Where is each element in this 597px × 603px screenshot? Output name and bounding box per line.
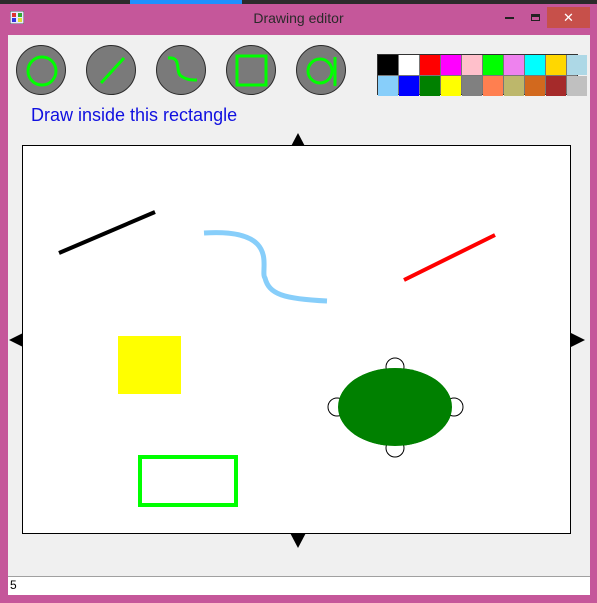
color-palette — [377, 54, 587, 96]
drawing-canvas[interactable] — [22, 145, 571, 534]
light-blue-curve-shape[interactable] — [203, 230, 328, 304]
color-swatch[interactable] — [462, 76, 482, 96]
curve-tool-button[interactable] — [156, 45, 206, 95]
black-line-shape[interactable] — [58, 210, 156, 255]
color-swatch[interactable] — [483, 76, 503, 96]
color-swatch[interactable] — [483, 55, 503, 75]
color-swatch[interactable] — [504, 55, 524, 75]
maximize-button[interactable] — [522, 6, 548, 28]
status-value: 5 — [10, 578, 17, 592]
select-icon — [306, 57, 337, 86]
line-icon — [99, 56, 126, 85]
color-swatch[interactable] — [525, 76, 545, 96]
red-line-shape[interactable] — [403, 233, 496, 282]
color-swatch[interactable] — [441, 55, 461, 75]
circle-icon — [26, 55, 58, 87]
line-tool-button[interactable] — [86, 45, 136, 95]
editor-client-area: Draw inside this rectangle 5 — [8, 35, 590, 595]
select-tool-button[interactable] — [296, 45, 346, 95]
color-swatch[interactable] — [420, 76, 440, 96]
color-swatch[interactable] — [378, 76, 398, 96]
color-swatch[interactable] — [546, 76, 566, 96]
curve-icon — [167, 56, 198, 82]
color-swatch[interactable] — [399, 55, 419, 75]
canvas-hint-text: Draw inside this rectangle — [31, 105, 238, 125]
color-swatch[interactable] — [567, 76, 587, 96]
minimize-button[interactable] — [496, 6, 522, 28]
minimize-icon — [504, 17, 514, 19]
color-swatch[interactable] — [462, 55, 482, 75]
yellow-rectangle-shape[interactable] — [118, 336, 181, 394]
status-bar: 5 — [8, 576, 590, 595]
rectangle-tool-button[interactable] — [226, 45, 276, 95]
color-swatch[interactable] — [546, 55, 566, 75]
color-swatch[interactable] — [378, 55, 398, 75]
color-swatch[interactable] — [399, 76, 419, 96]
close-button[interactable]: ✕ — [547, 7, 590, 28]
green-ellipse-shape-fill — [338, 368, 452, 446]
color-swatch[interactable] — [525, 55, 545, 75]
close-icon: ✕ — [563, 9, 574, 25]
color-swatch[interactable] — [420, 55, 440, 75]
maximize-icon — [530, 13, 540, 21]
title-bar[interactable]: Drawing editor ✕ — [0, 4, 597, 32]
color-swatch[interactable] — [441, 76, 461, 96]
square-icon — [235, 54, 268, 87]
color-swatch[interactable] — [567, 55, 587, 75]
ellipse-tool-button[interactable] — [16, 45, 66, 95]
color-swatch[interactable] — [504, 76, 524, 96]
green-outline-rectangle-shape[interactable] — [138, 455, 238, 507]
